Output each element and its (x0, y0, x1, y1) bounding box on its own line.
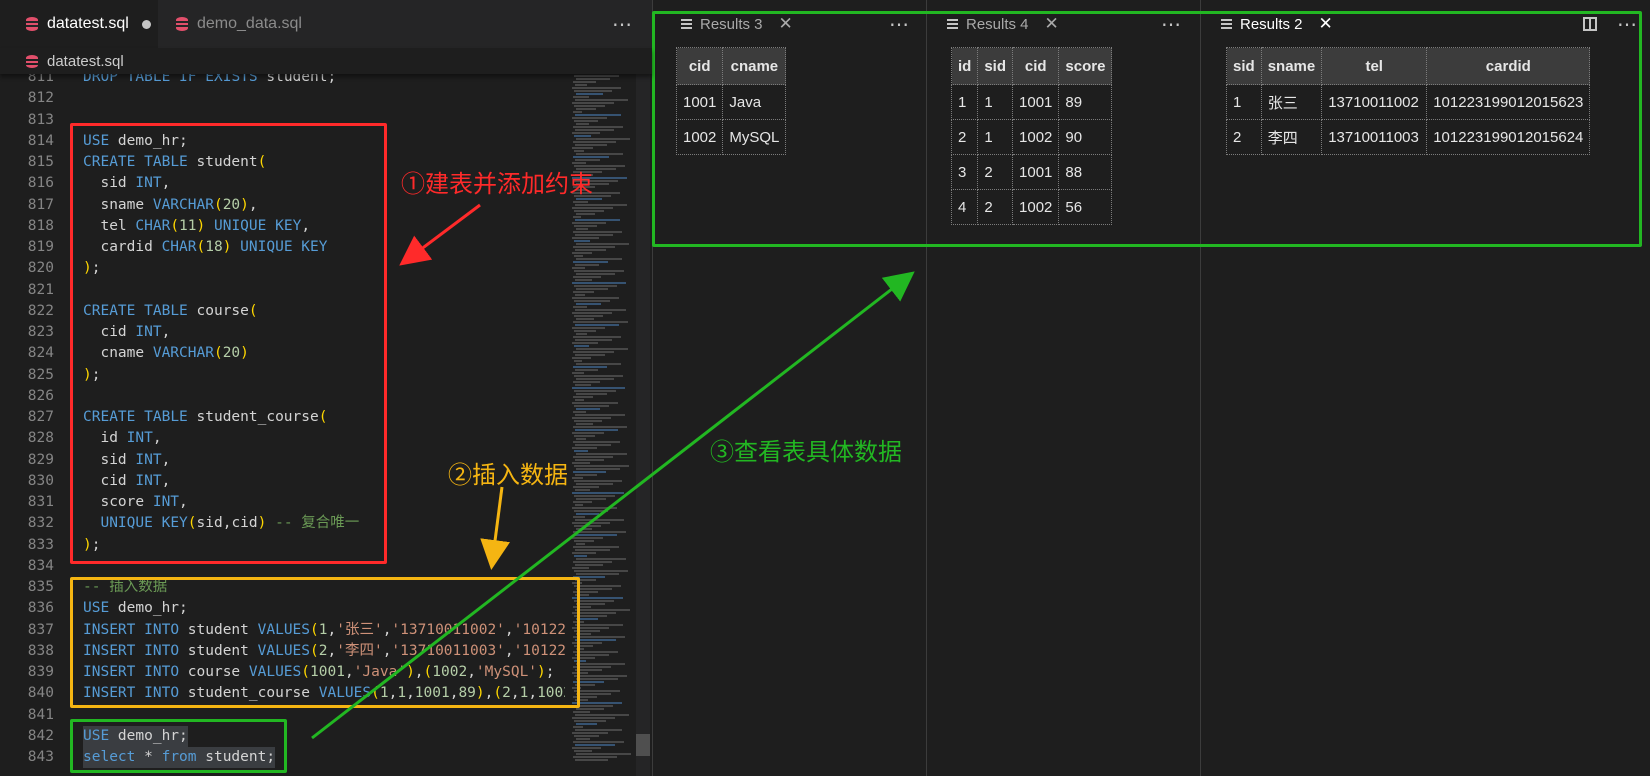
breadcrumb-file[interactable]: datatest.sql (47, 53, 124, 70)
annotation-arrows (311, 203, 915, 740)
arrow-step2 (480, 486, 510, 570)
arrow-step3 (311, 271, 915, 740)
database-icon (26, 54, 38, 68)
arrow-step1 (399, 203, 481, 266)
breadcrumb[interactable]: datatest.sql (0, 48, 652, 74)
